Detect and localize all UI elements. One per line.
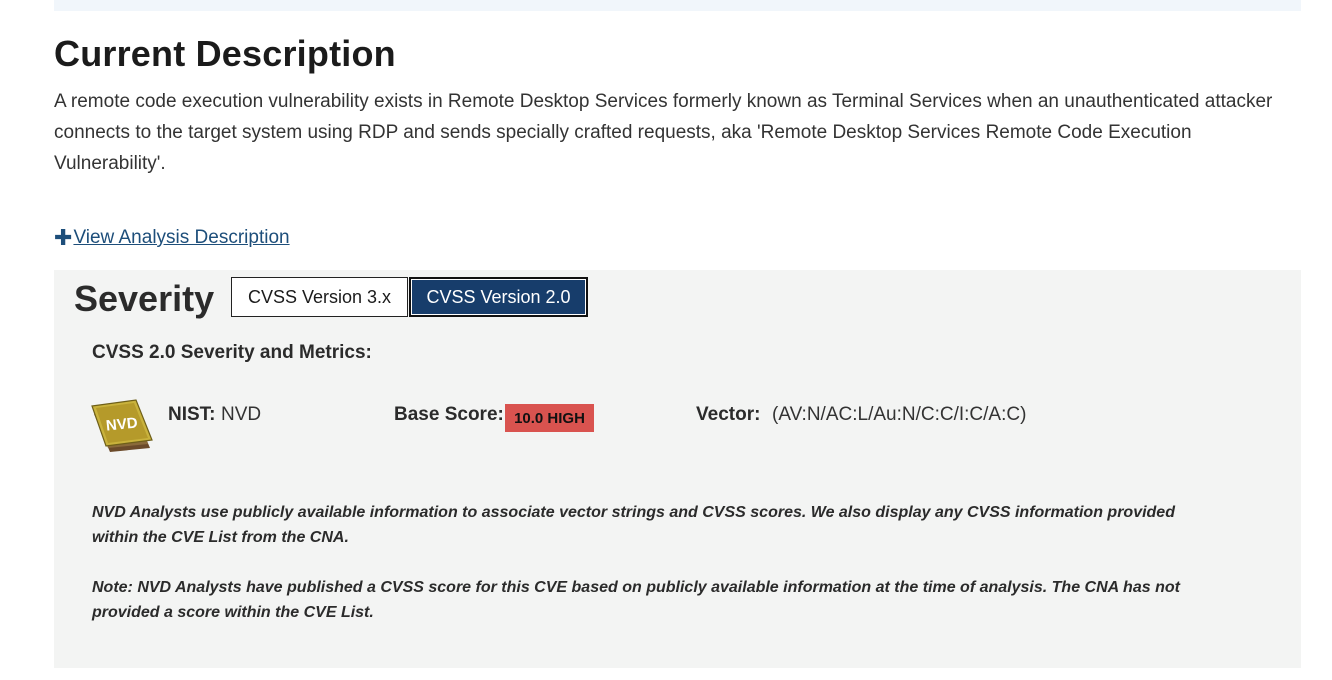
severity-title: Severity <box>74 278 215 319</box>
tab-cvss-version-3x[interactable]: CVSS Version 3.x <box>231 277 408 317</box>
plus-icon: ✚ <box>54 225 73 250</box>
base-score-label: Base Score: <box>394 404 504 425</box>
base-score-badge[interactable]: 10.0 HIGH <box>505 404 594 432</box>
nist-value: NVD <box>221 404 262 425</box>
tab-cvss-version-2[interactable]: CVSS Version 2.0 <box>409 277 588 317</box>
analyst-note: NVD Analysts use publicly available info… <box>92 504 1175 546</box>
metrics-heading: CVSS 2.0 Severity and Metrics: <box>92 342 372 363</box>
view-analysis-description-link[interactable]: ✚ View Analysis Description <box>54 227 290 249</box>
description-text: A remote code execution vulnerability ex… <box>54 91 1273 174</box>
vector-label: Vector: <box>696 404 761 425</box>
nvd-logo-icon: NVD <box>91 399 153 452</box>
svg-text:NVD: NVD <box>105 414 138 434</box>
analysis-link-label[interactable]: View Analysis Description <box>73 227 289 249</box>
top-strip <box>54 0 1301 11</box>
description-title: Current Description <box>54 33 396 74</box>
vector-value: (AV:N/AC:L/Au:N/C:C/I:C/A:C) <box>772 404 1027 425</box>
cna-note: Note: NVD Analysts have published a CVSS… <box>92 579 1180 621</box>
nist-label: NIST: <box>168 404 216 425</box>
severity-panel: Severity CVSS Version 3.x CVSS Version 2… <box>54 270 1301 668</box>
